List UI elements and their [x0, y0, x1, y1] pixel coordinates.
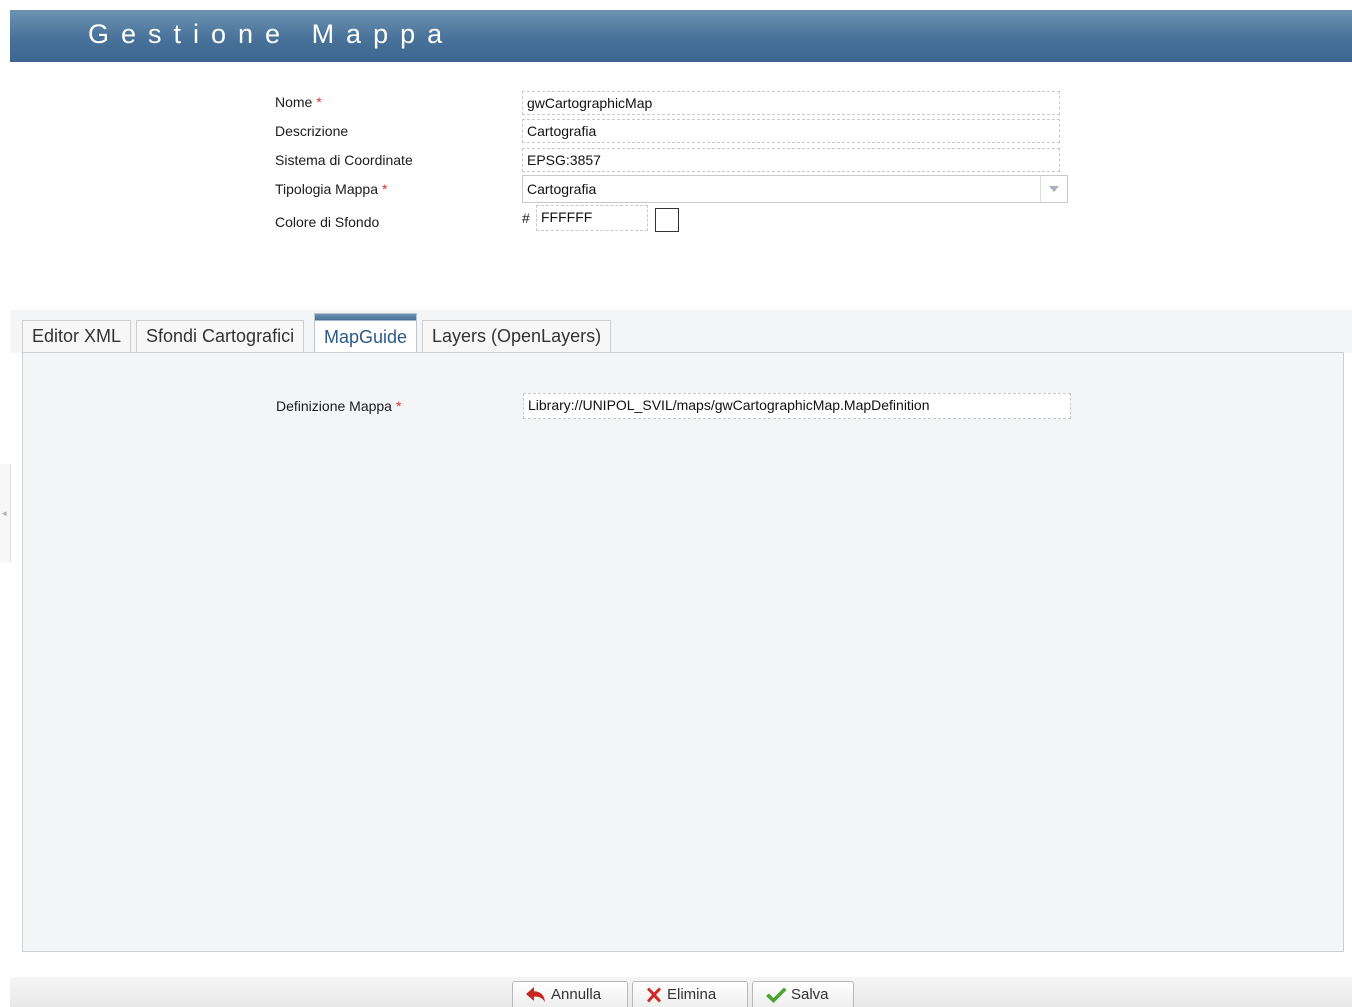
tab-editor-xml[interactable]: Editor XML — [22, 320, 132, 352]
tipologia-mappa-value: Cartografia — [527, 181, 597, 197]
nome-label: Nome * — [275, 94, 322, 110]
descrizione-label: Descrizione — [275, 123, 349, 139]
annulla-button[interactable]: Annulla — [512, 981, 628, 1007]
mapguide-panel: Definizione Mappa * Library://UNIPOL_SVIL… — [22, 352, 1344, 952]
tab-layers-openlayers[interactable]: Layers (OpenLayers) — [422, 320, 612, 352]
undo-arrow-icon — [525, 986, 547, 1004]
descrizione-input[interactable]: Cartografia — [522, 119, 1060, 143]
colore-sfondo-input[interactable]: FFFFFF — [536, 205, 648, 231]
collapse-handle[interactable]: ◂ — [0, 464, 11, 562]
tipologia-mappa-select[interactable]: Cartografia — [522, 175, 1068, 203]
annulla-label: Annulla — [551, 986, 602, 1003]
elimina-label: Elimina — [667, 986, 717, 1003]
tab-sfondi-cartografici[interactable]: Sfondi Cartografici — [136, 320, 305, 352]
tipologia-label-text: Tipologia Mappa — [275, 181, 378, 197]
tab-mapguide[interactable]: MapGuide — [314, 313, 418, 353]
salva-label: Salva — [791, 986, 829, 1003]
tipologia-mappa-label: Tipologia Mappa * — [275, 181, 387, 197]
colore-sfondo-label: Colore di Sfondo — [275, 214, 380, 230]
red-x-icon — [645, 986, 663, 1004]
page-title: Gestione Mappa — [88, 19, 455, 49]
elimina-button[interactable]: Elimina — [632, 981, 748, 1007]
green-check-icon — [765, 986, 787, 1004]
sistema-coordinate-label: Sistema di Coordinate — [275, 152, 413, 168]
required-mark: * — [395, 398, 402, 414]
collapse-arrow-icon[interactable]: ◂ — [2, 508, 7, 519]
definizione-label-text: Definizione Mappa — [276, 398, 392, 414]
definizione-mappa-label: Definizione Mappa * — [276, 398, 401, 414]
color-swatch[interactable] — [655, 208, 679, 232]
hash-prefix: # — [522, 210, 530, 226]
nome-label-text: Nome — [275, 94, 313, 110]
tab-strip: Editor XML Sfondi Cartografici MapGuide … — [10, 310, 1352, 353]
required-mark: * — [382, 181, 388, 197]
sistema-coordinate-input[interactable]: EPSG:3857 — [522, 148, 1060, 172]
required-mark: * — [316, 94, 322, 110]
nome-input[interactable]: gwCartographicMap — [522, 91, 1060, 115]
page-header: Gestione Mappa — [10, 10, 1352, 62]
chevron-down-icon[interactable] — [1040, 176, 1067, 202]
salva-button[interactable]: Salva — [752, 981, 854, 1007]
definizione-mappa-input[interactable]: Library://UNIPOL_SVIL/maps/gwCartographi… — [523, 393, 1071, 419]
